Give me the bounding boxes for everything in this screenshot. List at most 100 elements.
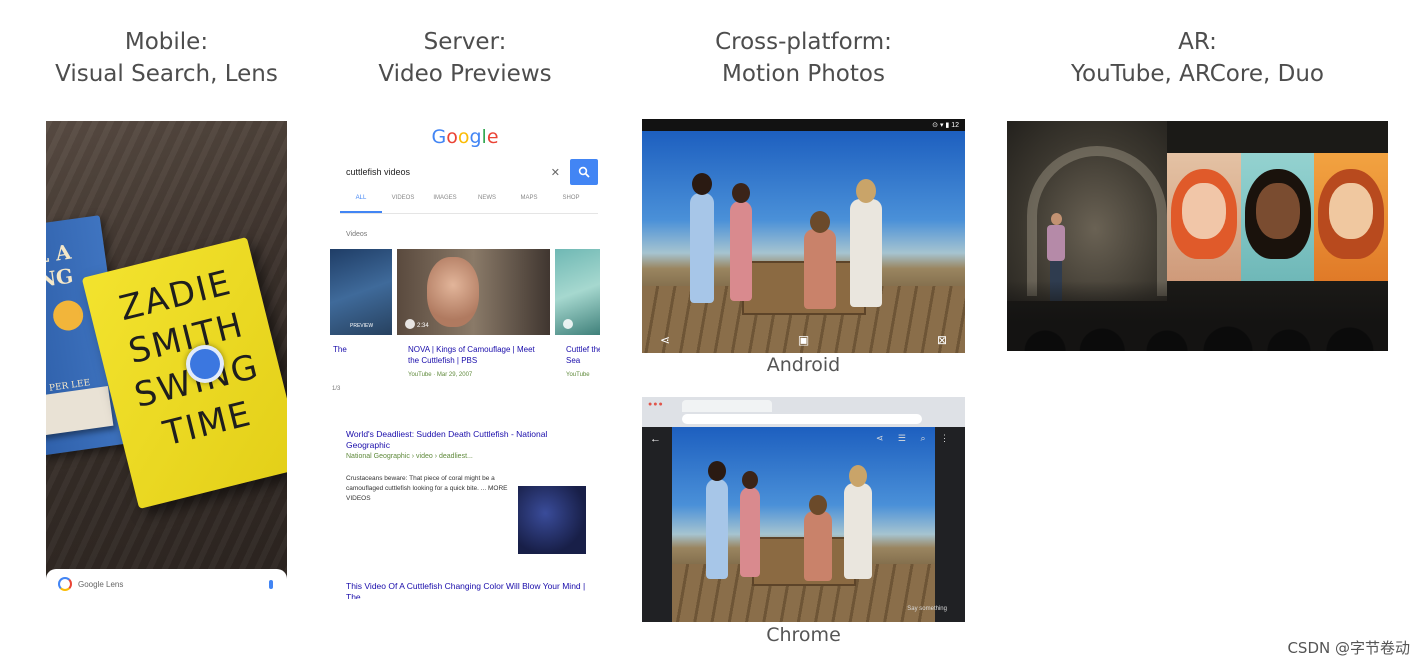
- video-carousel: PREVIEW 2:34: [330, 249, 600, 335]
- video-thumbnail[interactable]: 2:34: [397, 249, 550, 335]
- heading-ar-line2: YouTube, ARCore, Duo: [1071, 61, 1324, 87]
- result-snippet: Crustaceans beware: That piece of coral …: [346, 475, 508, 502]
- beach-scene: [642, 131, 965, 353]
- heading-cross-platform: Cross-platform: Motion Photos: [642, 26, 965, 90]
- tab-maps[interactable]: MAPS: [508, 193, 550, 213]
- video-source: YouTube: [566, 372, 590, 378]
- android-motion-photo: ⊙ ▾ ▮ 12 ⋖ ▣ ⊠: [642, 119, 965, 353]
- viewer-toolbar-icons[interactable]: ⋖ ☰ ⌕ ⋮: [876, 433, 955, 444]
- heading-server-line2: Video Previews: [378, 61, 552, 87]
- tab-videos[interactable]: VIDEOS: [382, 193, 424, 213]
- chrome-label: Chrome: [766, 624, 841, 646]
- video-title[interactable]: The: [333, 344, 388, 355]
- beach-scene: [672, 427, 935, 622]
- logo-letter: o: [446, 126, 458, 148]
- person-head: [708, 461, 726, 481]
- photo-viewer: ← ⋖ ☰ ⌕ ⋮ Say something: [642, 427, 965, 622]
- lens-logo-icon: [58, 577, 72, 591]
- search-tabs: ALL VIDEOS IMAGES NEWS MAPS SHOP: [340, 193, 598, 214]
- person: [804, 211, 836, 309]
- heading-mobile: Mobile: Visual Search, Lens: [46, 26, 287, 90]
- photo-actions-bar: ⋖ ▣ ⊠: [642, 327, 965, 353]
- tab-images[interactable]: IMAGES: [424, 193, 466, 213]
- status-icons: ⊙ ▾ ▮ 12: [932, 122, 959, 129]
- chrome-overlay-text: Say something: [907, 606, 947, 612]
- ar-face: [1329, 183, 1374, 239]
- share-icon[interactable]: ⋖: [660, 333, 670, 347]
- person: [804, 495, 832, 581]
- speaker-body: [1047, 225, 1065, 261]
- video-title[interactable]: Cuttlef the Sea YouTube: [566, 344, 600, 381]
- heading-ar-line1: AR:: [1178, 29, 1217, 55]
- logo-letter: e: [486, 126, 499, 148]
- person: [844, 465, 872, 579]
- android-label: Android: [766, 354, 841, 376]
- person-head: [809, 495, 827, 515]
- video-title-text: NOVA | Kings of Camouflage | Meet the Cu…: [408, 345, 535, 365]
- lens-focus-dot[interactable]: [186, 345, 224, 383]
- presenter-face: [427, 257, 479, 327]
- tab-all[interactable]: ALL: [340, 193, 382, 213]
- search-input[interactable]: cuttlefish videos: [340, 167, 551, 177]
- video-source: YouTube · Mar 29, 2007: [408, 372, 473, 378]
- logo-letter: g: [469, 126, 482, 148]
- person-head: [810, 211, 830, 233]
- back-arrow-icon[interactable]: ←: [650, 433, 661, 445]
- ar-face-panel: [1240, 153, 1315, 281]
- person-head: [856, 179, 876, 203]
- logo-letter: G: [431, 126, 447, 148]
- search-box[interactable]: cuttlefish videos ✕: [340, 159, 598, 185]
- lens-bottom-bar[interactable]: Google Lens: [46, 569, 287, 599]
- search-result: World's Deadliest: Sudden Death Cuttlefi…: [346, 429, 586, 554]
- heading-cross-platform-line2: Motion Photos: [722, 61, 885, 87]
- ar-demo-screen: [1167, 153, 1388, 281]
- window-controls-icon[interactable]: ●●●: [648, 401, 664, 408]
- preview-badge: PREVIEW: [350, 323, 374, 329]
- lens-bar-label: Google Lens: [78, 579, 124, 589]
- search-icon: [578, 166, 590, 178]
- person-head: [692, 173, 712, 195]
- person: [740, 471, 760, 577]
- browser-tab[interactable]: [682, 400, 772, 412]
- person: [690, 173, 714, 303]
- person: [730, 183, 752, 301]
- delete-icon[interactable]: ⊠: [937, 333, 947, 347]
- motion-icon[interactable]: ▣: [798, 333, 809, 347]
- address-bar[interactable]: [682, 414, 922, 424]
- tab-shop[interactable]: SHOP: [550, 193, 592, 213]
- result-thumbnail[interactable]: [518, 486, 586, 554]
- speaker-head: [1051, 213, 1062, 225]
- ar-face: [1255, 183, 1300, 239]
- logo-letter: o: [457, 126, 470, 148]
- blue-book-title: L A NG: [46, 239, 75, 293]
- heading-mobile-line2: Visual Search, Lens: [55, 61, 278, 87]
- chrome-motion-photo: ●●● ← ⋖ ☰ ⌕ ⋮ Say something: [642, 397, 965, 622]
- search-results-screenshot: Google cuttlefish videos ✕ ALL VIDEOS IM…: [330, 121, 600, 599]
- video-title[interactable]: NOVA | Kings of Camouflage | Meet the Cu…: [408, 344, 538, 381]
- chrome-browser-bar: ●●●: [642, 397, 965, 427]
- video-thumbnail[interactable]: PREVIEW: [330, 249, 392, 335]
- result-title-link[interactable]: World's Deadliest: Sudden Death Cuttlefi…: [346, 429, 586, 451]
- ar-face-panel: [1167, 153, 1241, 281]
- stage: [1007, 121, 1167, 301]
- heading-ar: AR: YouTube, ARCore, Duo: [1007, 26, 1388, 90]
- person-head: [742, 471, 758, 489]
- search-button[interactable]: [570, 159, 598, 185]
- video-title-text: The: [333, 345, 347, 354]
- video-count: 1/3: [332, 386, 341, 392]
- clear-icon[interactable]: ✕: [551, 166, 560, 179]
- lens-phone-screenshot: L A NG PER LEE ZADIE SMITH SWING TIME Go…: [46, 121, 287, 599]
- ar-face-panel: [1314, 153, 1388, 281]
- result-source: National Geographic › video › deadliest.…: [346, 453, 473, 460]
- play-icon: [563, 319, 573, 329]
- ar-face: [1181, 183, 1226, 239]
- videos-section-label: Videos: [346, 231, 368, 238]
- tab-news[interactable]: NEWS: [466, 193, 508, 213]
- mic-icon[interactable]: [269, 579, 273, 589]
- heading-cross-platform-line1: Cross-platform:: [715, 29, 892, 55]
- result-title-link[interactable]: This Video Of A Cuttlefish Changing Colo…: [346, 581, 586, 599]
- video-thumbnail[interactable]: [555, 249, 600, 335]
- ar-keynote-photo: [1007, 121, 1388, 351]
- android-status-bar: ⊙ ▾ ▮ 12: [642, 119, 965, 131]
- person-head: [732, 183, 750, 203]
